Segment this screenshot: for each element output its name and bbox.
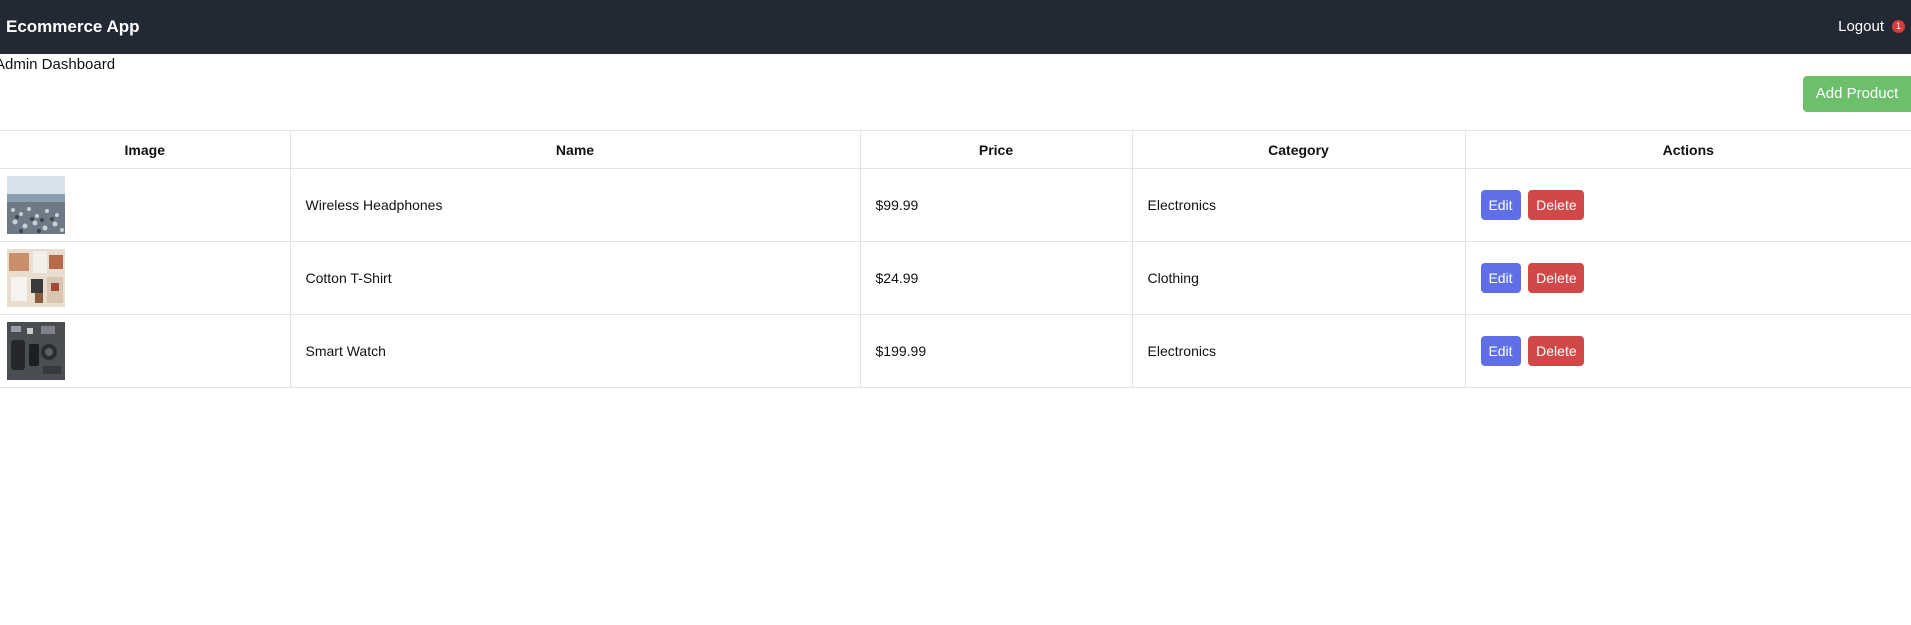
page-title: Admin Dashboard [0,56,116,73]
price-cell: $99.99 [859,168,1132,242]
category-cell: Clothing [1131,241,1465,315]
add-product-button[interactable]: Add Product [1803,76,1911,112]
actions-cell: Edit Delete [1464,314,1911,388]
edit-button[interactable]: Edit [1480,336,1521,366]
name-cell: Cotton T-Shirt [289,241,860,315]
column-header-price: Price [859,130,1132,169]
nav-right: Logout 1 [1838,17,1905,37]
category-cell: Electronics [1131,314,1465,388]
edit-button[interactable]: Edit [1480,190,1521,220]
name-cell: Wireless Headphones [289,168,860,242]
column-header-actions: Actions [1464,130,1911,169]
edit-button[interactable]: Edit [1480,263,1521,293]
column-header-category: Category [1131,130,1465,169]
actions-cell: Edit Delete [1464,168,1911,242]
notification-badge[interactable]: 1 [1892,19,1905,33]
delete-button[interactable]: Delete [1528,336,1585,366]
brand-link[interactable]: Ecommerce App [6,16,140,38]
column-header-image: Image [0,130,290,169]
top-navbar: Ecommerce App Logout 1 [0,0,1911,54]
logout-link[interactable]: Logout [1838,17,1884,37]
products-table: Image Name Price Category Actions Wirele… [0,130,1911,388]
name-cell: Smart Watch [289,314,860,388]
image-cell [0,314,290,388]
image-cell [0,241,290,315]
actions-cell: Edit Delete [1464,241,1911,315]
products-table-wrap: Image Name Price Category Actions Wirele… [0,130,1911,388]
product-thumbnail-gadgets [7,322,65,380]
delete-button[interactable]: Delete [1528,190,1585,220]
product-thumbnail-flatlay [7,249,65,307]
table-row: Cotton T-Shirt $24.99 Clothing Edit Dele… [0,241,1911,315]
price-cell: $24.99 [859,241,1132,315]
table-header-row: Image Name Price Category Actions [0,130,1911,169]
table-row: Wireless Headphones $99.99 Electronics E… [0,168,1911,242]
product-thumbnail-beach [7,176,65,234]
column-header-name: Name [289,130,860,169]
table-row: Smart Watch $199.99 Electronics Edit Del… [0,314,1911,388]
category-cell: Electronics [1131,168,1465,242]
price-cell: $199.99 [859,314,1132,388]
delete-button[interactable]: Delete [1528,263,1585,293]
image-cell [0,168,290,242]
